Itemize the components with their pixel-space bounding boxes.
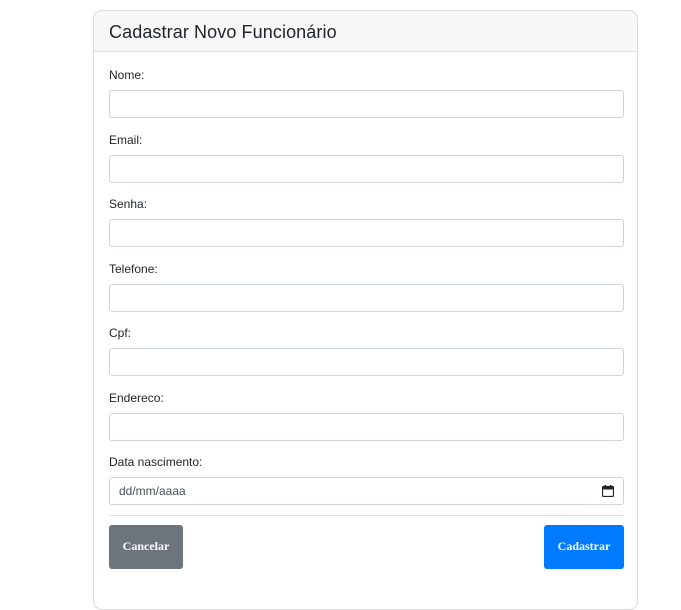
form-group-data-nascimento: Data nascimento: dd/mm/aaaa xyxy=(109,455,624,520)
form-group-telefone: Telefone: xyxy=(109,261,624,327)
register-employee-card: Cadastrar Novo Funcionário Nome: Email: … xyxy=(93,10,638,610)
senha-input[interactable] xyxy=(109,219,624,247)
telefone-input[interactable] xyxy=(109,283,624,312)
email-label: Email: xyxy=(109,132,143,147)
submit-button[interactable]: Cadastrar xyxy=(544,524,624,569)
cancel-button[interactable]: Cancelar xyxy=(109,524,183,569)
nome-label: Nome: xyxy=(109,68,145,82)
form-group-endereco: Endereco: xyxy=(109,390,624,456)
endereco-input[interactable] xyxy=(109,412,624,441)
data-nascimento-label: Data nascimento: xyxy=(109,455,203,469)
date-placeholder: dd/mm/aaaa xyxy=(119,484,186,498)
form-group-nome: Nome: xyxy=(109,68,624,133)
card-header: Cadastrar Novo Funcionário xyxy=(94,11,637,52)
cpf-input[interactable] xyxy=(109,348,624,376)
senha-label: Senha: xyxy=(109,197,148,211)
form-divider xyxy=(109,514,624,516)
calendar-icon[interactable] xyxy=(601,485,615,498)
email-input[interactable] xyxy=(109,154,624,183)
data-nascimento-input[interactable]: dd/mm/aaaa xyxy=(109,477,624,505)
nome-input[interactable] xyxy=(109,90,624,118)
endereco-label: Endereco: xyxy=(109,390,164,405)
form-group-cpf: Cpf: xyxy=(109,326,624,391)
form-group-senha: Senha: xyxy=(109,197,624,262)
page-title: Cadastrar Novo Funcionário xyxy=(109,22,337,42)
form-group-email: Email: xyxy=(109,132,624,198)
cpf-label: Cpf: xyxy=(109,326,132,340)
form-actions: Cancelar Cadastrar xyxy=(109,524,624,569)
telefone-label: Telefone: xyxy=(109,261,158,276)
employee-form: Nome: Email: Senha: Telefone: Cpf: Ender… xyxy=(94,52,637,569)
